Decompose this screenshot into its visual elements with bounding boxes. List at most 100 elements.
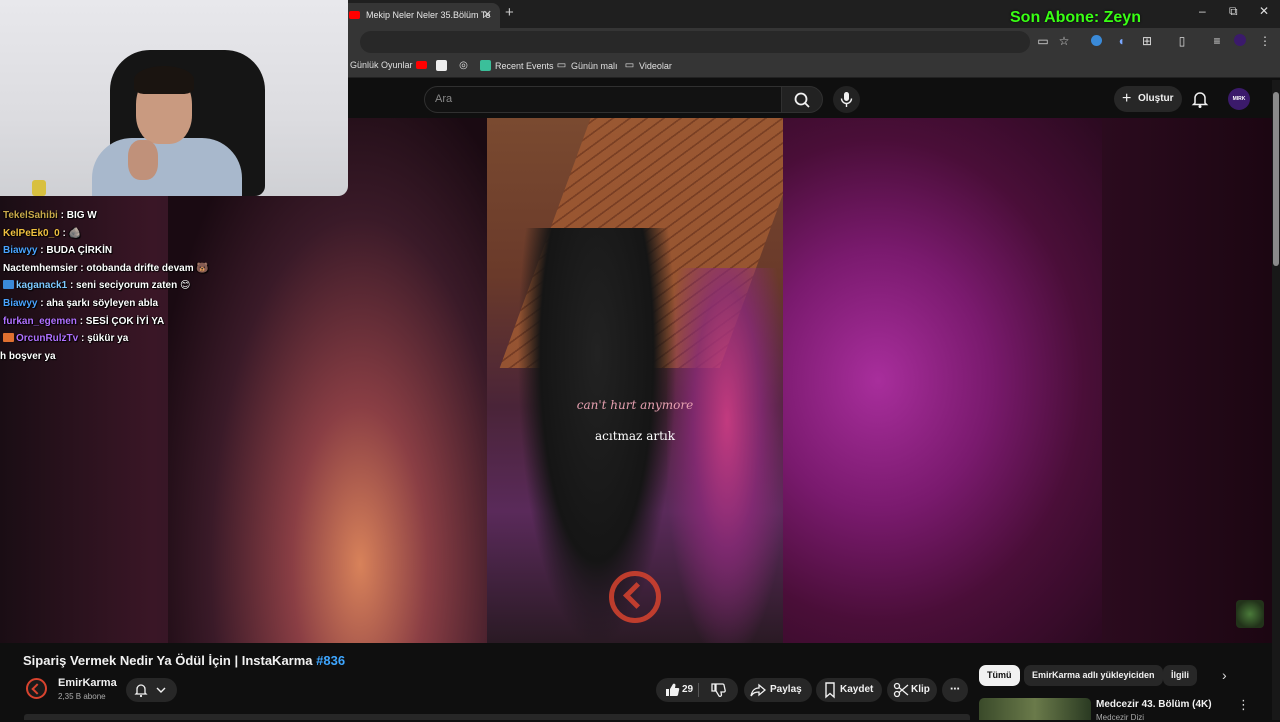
bookmark-videolar[interactable]: ▭ Videolar [624, 60, 672, 71]
star-icon[interactable]: ☆ [1057, 34, 1071, 48]
chat-text: : otobanda drifte devam 🐻 [80, 262, 209, 274]
bookmark-youtube[interactable] [416, 60, 427, 71]
bookmark-gunluk-oyunlar[interactable]: Günlük Oyunlar [350, 60, 413, 70]
share-button[interactable]: Paylaş [744, 678, 812, 702]
bookmark-icon [822, 678, 838, 702]
new-tab-button[interactable]: + [505, 4, 514, 21]
close-tab-icon[interactable]: ✕ [483, 3, 492, 28]
chat-username: kaganack1 [16, 280, 68, 292]
chat-username: TekelSahibi [3, 210, 58, 221]
scrollbar-thumb[interactable] [1273, 92, 1279, 266]
folder-icon: ▭ [624, 60, 635, 71]
recommendation-thumbnail[interactable] [979, 698, 1091, 720]
channel-watermark-icon[interactable] [1236, 600, 1264, 628]
video-frame[interactable] [487, 118, 783, 643]
cast-icon[interactable]: ▭ [1036, 34, 1050, 48]
video-neon-light [667, 268, 783, 643]
bell-icon [1191, 92, 1209, 108]
hashtag-link[interactable]: #836 [316, 653, 345, 668]
search-button[interactable] [781, 86, 823, 113]
chat-message: furkan_egemen : SESİ ÇOK İYİ YA [3, 316, 164, 327]
dislike-button[interactable] [710, 678, 726, 702]
recommendation-title[interactable]: Medcezir 43. Bölüm (4K) [1096, 699, 1212, 710]
like-divider [698, 683, 699, 697]
maximize-icon[interactable]: ⧉ [1229, 4, 1238, 19]
bookmark-globe[interactable]: ◎ [458, 60, 469, 71]
puzzle-icon[interactable]: ⊞ [1140, 34, 1154, 48]
video-title: Sipariş Vermek Nedir Ya Ödül İçin | Inst… [23, 653, 346, 668]
chat-username: KelPeEk0_0 [3, 227, 60, 239]
chat-badge-icon [3, 333, 14, 343]
chat-text: : 🪨 [62, 227, 82, 239]
omnibox[interactable] [360, 31, 1030, 53]
recommendation-menu-icon[interactable]: ⋮ [1237, 697, 1250, 713]
bookmark-icon [480, 60, 491, 71]
channel-avatar[interactable] [26, 678, 47, 699]
streamer-hand [128, 140, 158, 180]
chat-username: Biawyy [3, 245, 38, 257]
kebab-menu-icon[interactable]: ⋮ [1258, 34, 1272, 48]
chat-text: : şükür ya [81, 333, 129, 345]
blurred-background-left [168, 118, 488, 643]
lyric-caption-turkish: acıtmaz artık [594, 429, 676, 443]
folder-icon: ▭ [556, 60, 567, 71]
minimize-icon[interactable]: – [1199, 4, 1206, 18]
bell-icon [134, 684, 148, 698]
search-input[interactable]: Ara [424, 86, 782, 113]
chip-all[interactable]: Tümü [979, 665, 1020, 686]
gamepad-icon [436, 60, 447, 71]
streamer-body [92, 138, 242, 196]
chat-text: : seni seciyorum zaten 😊 [69, 280, 191, 292]
chat-text: : aha şarkı söyleyen abla [40, 298, 159, 309]
plus-icon: + [1122, 90, 1132, 107]
browser-tab[interactable]: Mekip Neler Neler 35.Bölüm Te ✕ [340, 3, 500, 28]
lyric-caption-english: can't hurt anymore [576, 398, 694, 412]
recommendation-channel: Medcezir Dizi [1096, 713, 1145, 722]
like-count: 29 [682, 684, 694, 695]
chat-message: Nactemhemsier : otobanda drifte devam 🐻 [3, 263, 209, 274]
like-dislike-group: 29 [656, 678, 738, 702]
like-button[interactable] [664, 678, 680, 702]
save-button[interactable]: Kaydet [816, 678, 882, 702]
bookmark-recent-events[interactable]: Recent Events [480, 60, 554, 71]
karma-logo-icon [609, 571, 661, 623]
last-subscriber-ticker: Son Abone: Zeyn [1010, 9, 1141, 26]
subscription-bell-button[interactable] [126, 678, 177, 702]
notifications-button[interactable] [1190, 89, 1210, 109]
clip-button[interactable]: Klip [887, 678, 937, 702]
media-list-icon[interactable]: ≡ [1210, 34, 1224, 48]
globe-icon: ◎ [459, 60, 468, 71]
account-avatar[interactable]: MIRK [1228, 88, 1250, 110]
chat-message: TekelSahibi : BIG W [3, 210, 97, 221]
more-actions-button[interactable]: ⋯ [942, 678, 968, 702]
bookmark-gunun-mali[interactable]: ▭ Günün malı [556, 60, 618, 71]
bookmark-gamepad[interactable] [436, 60, 447, 71]
chip-related[interactable]: İlgili [1163, 665, 1197, 686]
webcam-overlay [0, 0, 348, 196]
chat-username: OrcunRulzTv [16, 333, 79, 345]
share-icon [750, 678, 766, 702]
chip-from-uploader[interactable]: EmirKarma adlı yükleyiciden [1024, 665, 1163, 686]
chat-message: Biawyy : aha şarkı söyleyen abla [3, 298, 158, 309]
chat-text: : BUDA ÇİRKİN [40, 245, 113, 257]
sidebar-icon[interactable]: ▯ [1175, 34, 1189, 48]
close-window-icon[interactable]: ✕ [1259, 4, 1269, 18]
create-button[interactable]: + Oluştur [1114, 86, 1182, 112]
channel-name[interactable]: EmirKarma [58, 677, 117, 689]
chat-username: furkan_egemen [3, 315, 77, 327]
chevron-right-icon[interactable]: › [1222, 667, 1227, 683]
chat-message: OrcunRulzTv : şükür ya [3, 333, 128, 344]
chat-username: Nactemhemsier [3, 262, 78, 274]
extension-shield-icon[interactable] [1090, 34, 1104, 48]
youtube-icon [349, 11, 360, 19]
scissors-icon [893, 678, 909, 702]
desk-item [32, 180, 46, 196]
chat-message: KelPeEk0_0 : 🪨 [3, 228, 81, 239]
sound-extension-icon[interactable]: ◖ [1114, 34, 1128, 48]
chat-message: h boşver ya [0, 351, 56, 362]
youtube-icon [416, 60, 427, 71]
blurred-background-right [782, 118, 1102, 643]
voice-search-button[interactable] [833, 86, 860, 113]
profile-icon[interactable] [1234, 34, 1248, 48]
search-icon [794, 92, 810, 108]
